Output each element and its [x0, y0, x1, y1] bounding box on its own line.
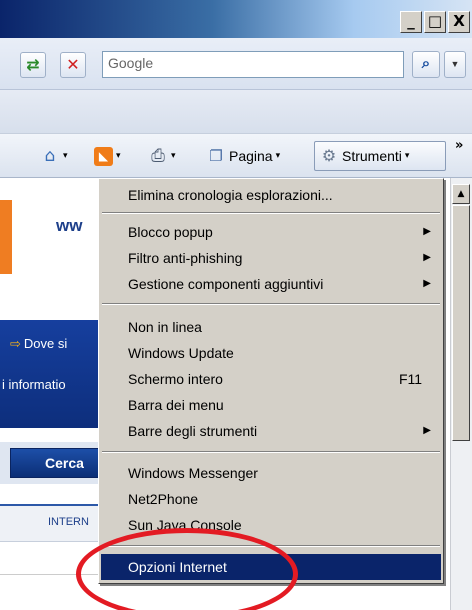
minimize-button[interactable]: _ — [400, 11, 422, 33]
menu-item-shortcut: F11 — [399, 371, 423, 387]
chevron-down-icon[interactable]: ▾ — [116, 151, 121, 161]
menu-item-delete-history[interactable]: Elimina cronologia esplorazioni... — [101, 182, 441, 208]
home-icon: ⌂ — [44, 146, 56, 166]
menu-item-label: Schermo intero — [128, 371, 223, 387]
menu-item-windows-messenger[interactable]: Windows Messenger — [101, 460, 441, 486]
menu-item-popup-blocker[interactable]: Blocco popup ▶ — [101, 219, 441, 245]
menu-item-label: Windows Update — [128, 345, 234, 361]
menu-item-label: Blocco popup — [128, 224, 213, 240]
maximize-button[interactable]: □ — [424, 11, 446, 33]
search-options-button[interactable]: ▼ — [444, 51, 466, 78]
dove-link[interactable]: ⇨ Dove si — [10, 336, 67, 352]
scrollbar-thumb[interactable] — [452, 205, 470, 441]
chevron-down-icon: ▾ — [404, 151, 410, 161]
navigation-toolbar: ⇄ ✕ Google ⌕ ▼ — [0, 38, 472, 90]
menu-item-work-offline[interactable]: Non in linea — [101, 314, 441, 340]
submenu-arrow-icon: ▶ — [423, 425, 431, 436]
dove-link-label: Dove si — [23, 336, 68, 351]
highlight-ellipse — [76, 528, 298, 610]
title-bar: _ □ X — [0, 0, 472, 38]
page-heading-fragment: ww — [56, 216, 83, 235]
menu-item-label: Non in linea — [128, 319, 202, 335]
window-controls: _ □ X — [400, 11, 470, 33]
submenu-arrow-icon: ▶ — [423, 252, 431, 263]
tools-dropdown-menu: Elimina cronologia esplorazioni... Blocc… — [98, 178, 444, 584]
menu-item-manage-addons[interactable]: Gestione componenti aggiuntivi ▶ — [101, 271, 441, 297]
submenu-arrow-icon: ▶ — [423, 226, 431, 237]
feeds-button[interactable]: ◣ ▾ — [94, 142, 121, 170]
chevron-down-icon[interactable]: ▾ — [63, 151, 68, 161]
printer-icon: ⎙ — [151, 146, 165, 166]
internet-tab-label[interactable]: INTERN — [48, 516, 89, 528]
tools-menu-button[interactable]: ⚙ Strumenti ▾ — [314, 141, 446, 171]
menu-item-label: Barra dei menu — [128, 397, 224, 413]
close-button[interactable]: X — [448, 11, 470, 33]
menu-item-windows-update[interactable]: Windows Update — [101, 340, 441, 366]
menu-item-label: Net2Phone — [128, 491, 199, 507]
toolbar-overflow-chevron[interactable]: » — [455, 138, 463, 153]
arrow-right-icon: ⇨ — [10, 337, 21, 352]
menu-separator — [102, 451, 440, 453]
search-icon[interactable]: ⌕ — [412, 51, 440, 78]
page-menu-button[interactable]: ❐ Pagina ▾ — [206, 142, 280, 170]
menu-item-label: Windows Messenger — [128, 465, 258, 481]
page-orange-banner — [0, 200, 12, 274]
page-icon: ❐ — [209, 147, 223, 165]
menu-item-label: Gestione componenti aggiuntivi — [128, 276, 324, 292]
menu-item-phishing-filter[interactable]: Filtro anti-phishing ▶ — [101, 245, 441, 271]
scroll-up-icon[interactable]: ▲ — [452, 184, 470, 204]
tools-menu-label: Strumenti — [342, 148, 402, 164]
cerca-button[interactable]: Cerca — [10, 448, 100, 478]
search-input[interactable]: Google — [102, 51, 404, 78]
chevron-down-icon: ▾ — [275, 151, 281, 161]
menu-item-label: Barre degli strumenti — [128, 423, 258, 439]
menu-item-label: Elimina cronologia esplorazioni... — [128, 187, 333, 203]
gear-icon: ⚙ — [321, 146, 337, 165]
rss-feed-icon: ◣ — [94, 146, 113, 166]
command-bar: ⌂ ▾ ◣ ▾ ⎙ ▾ ❐ Pagina ▾ ⚙ Strumenti ▾ — [0, 134, 472, 178]
menu-item-label: Filtro anti-phishing — [128, 250, 243, 266]
chevron-down-icon[interactable]: ▾ — [171, 151, 176, 161]
tab-bar — [0, 90, 472, 134]
menu-item-full-screen[interactable]: Schermo intero F11 — [101, 366, 441, 392]
menu-item-toolbars[interactable]: Barre degli strumenti ▶ — [101, 418, 441, 444]
info-text: i informatio — [2, 377, 66, 392]
menu-separator — [102, 303, 440, 305]
page-menu-label: Pagina — [229, 148, 273, 164]
menu-item-net2phone[interactable]: Net2Phone — [101, 486, 441, 512]
stop-button[interactable]: ✕ — [60, 52, 86, 78]
print-button[interactable]: ⎙ ▾ — [148, 142, 176, 170]
menu-item-menu-bar[interactable]: Barra dei menu — [101, 392, 441, 418]
home-button[interactable]: ⌂ ▾ — [40, 142, 68, 170]
menu-separator — [102, 212, 440, 214]
submenu-arrow-icon: ▶ — [423, 278, 431, 289]
refresh-button[interactable]: ⇄ — [20, 52, 46, 78]
